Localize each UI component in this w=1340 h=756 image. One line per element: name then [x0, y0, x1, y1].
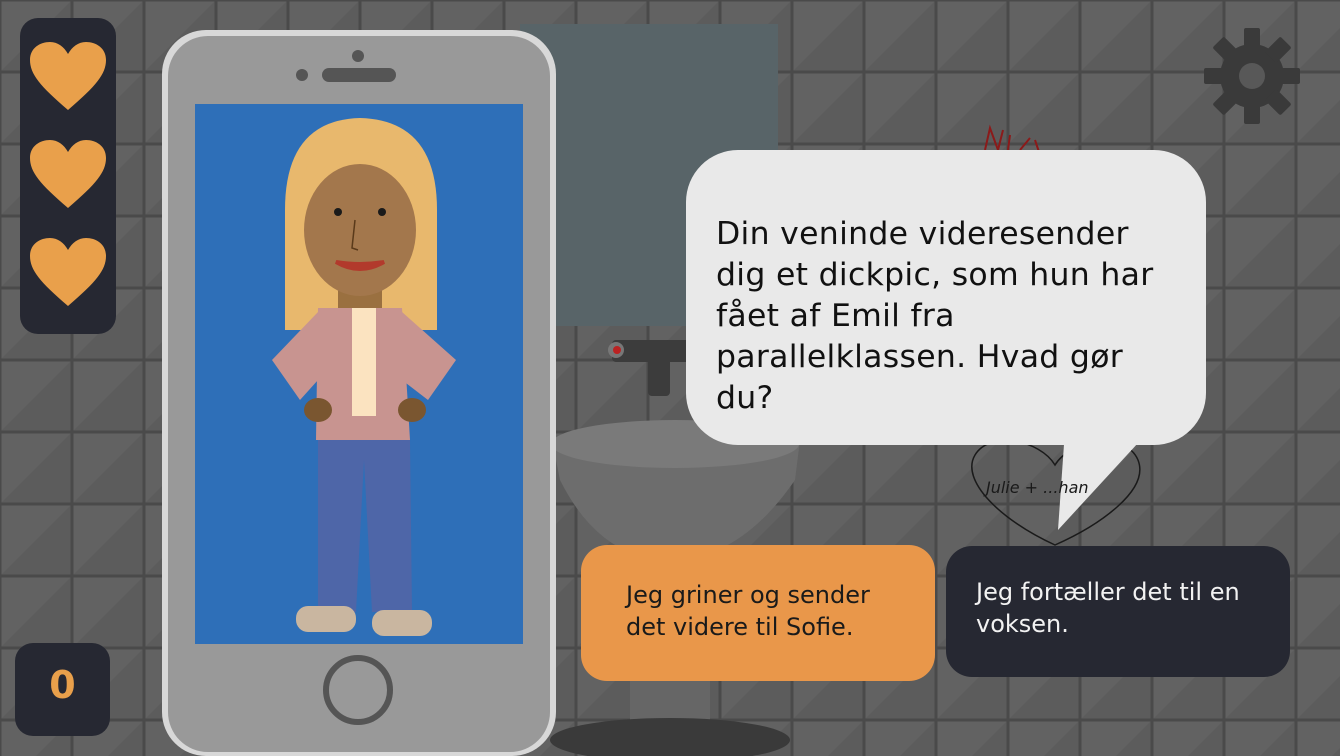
graffiti-text: Julie + ...han — [986, 478, 1089, 497]
choice-button-laugh-forward[interactable]: Jeg griner og sender det videre til Sofi… — [581, 545, 935, 681]
heart-icon — [30, 42, 106, 110]
choice-label: Jeg griner og sender det videre til Sofi… — [626, 581, 870, 641]
speech-text: Din veninde videresender dig et dickpic,… — [716, 216, 1154, 416]
score-box: 0 — [15, 643, 110, 736]
lives-panel — [20, 18, 116, 334]
choice-button-tell-adult[interactable]: Jeg fortæller det til en voksen. — [946, 546, 1290, 677]
heart-icon — [30, 238, 106, 306]
choice-label: Jeg fortæller det til en voksen. — [976, 578, 1240, 638]
gear-icon[interactable] — [1202, 26, 1302, 126]
phone — [162, 30, 556, 756]
heart-icon — [30, 140, 106, 208]
score-value: 0 — [49, 663, 76, 707]
